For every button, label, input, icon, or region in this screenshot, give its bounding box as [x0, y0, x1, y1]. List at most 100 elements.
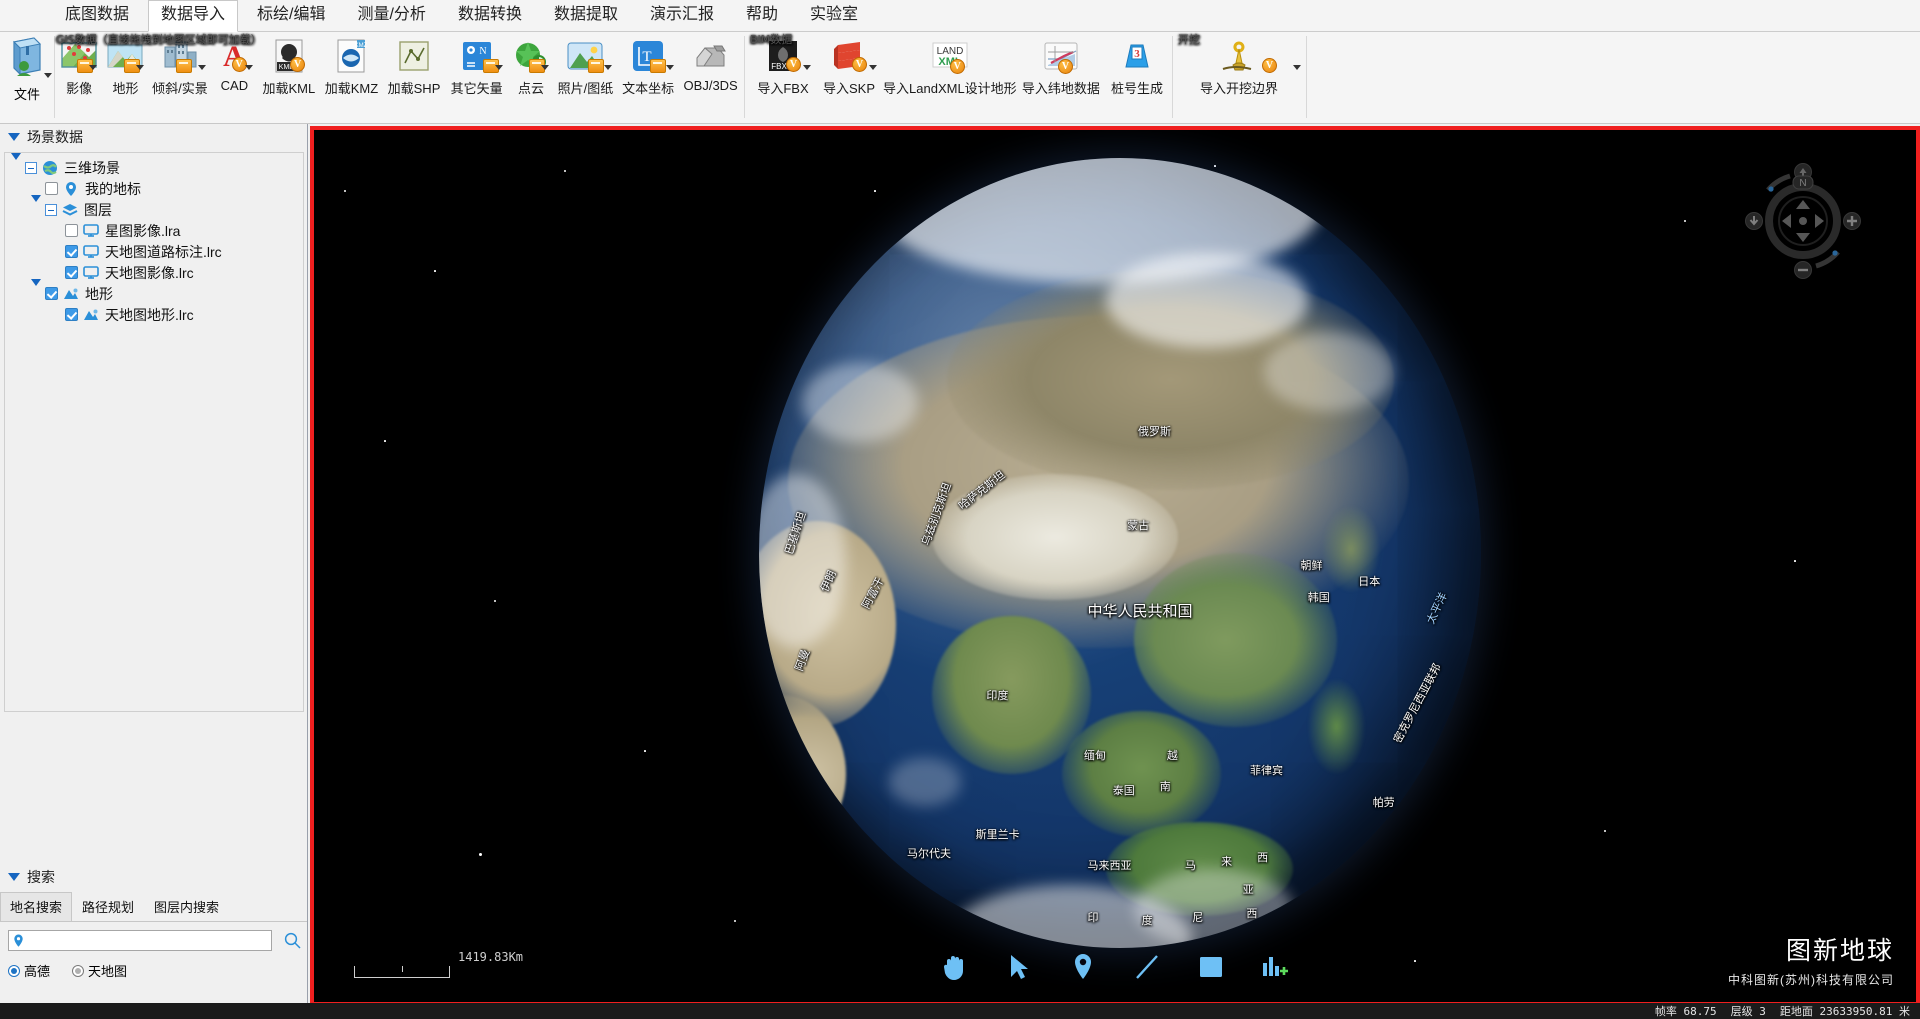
- cloud-band-north: [1106, 253, 1308, 348]
- ribbon-button-stake-number[interactable]: 3 桩号生成: [1104, 36, 1170, 97]
- tab-shuju-daoru[interactable]: 数据导入: [148, 0, 238, 32]
- excavation-dropdown-caret[interactable]: [1293, 65, 1301, 70]
- ribbon-button-text-coord[interactable]: T 文本坐标: [617, 36, 680, 97]
- globe-label-malaysia: 马来西亚: [1088, 857, 1132, 873]
- pointcloud-dropdown-caret[interactable]: [541, 65, 549, 70]
- globe-label-ni: 尼: [1192, 909, 1203, 925]
- tab-bangzhu[interactable]: 帮助: [733, 0, 791, 31]
- oblique-dropdown-caret[interactable]: [198, 65, 206, 70]
- tree-item-tianditu-road-label[interactable]: 天地图道路标注.lrc: [5, 241, 303, 262]
- search-input-row: [0, 922, 307, 955]
- search-input[interactable]: [27, 932, 271, 949]
- checkbox-xingtu-imagery[interactable]: [65, 224, 78, 237]
- tab-ditu-shuju[interactable]: 底图数据: [52, 0, 142, 31]
- excavation-boundary-icon: [1219, 39, 1259, 73]
- tab-celiang-fenxi[interactable]: 测量/分析: [344, 0, 438, 31]
- search-section-header[interactable]: 搜索: [0, 864, 307, 890]
- navigation-compass[interactable]: N: [1744, 162, 1862, 280]
- ribbon-button-import-weidi[interactable]: V 导入纬地数据: [1018, 36, 1104, 97]
- file-dropdown-caret[interactable]: [44, 73, 52, 78]
- tree-item-terrain[interactable]: 地形: [5, 283, 303, 304]
- tree-item-tianditu-imagery[interactable]: 天地图影像.lrc: [5, 262, 303, 283]
- line-tool-button[interactable]: [1132, 952, 1162, 982]
- tab-shuju-tiqu[interactable]: 数据提取: [541, 0, 631, 31]
- tree-item-tianditu-terrain[interactable]: 天地图地形.lrc: [5, 304, 303, 325]
- globe-label-myanmar: 缅甸: [1084, 747, 1106, 763]
- cloud-west: [802, 363, 918, 442]
- tab-shuju-zhuanhuan[interactable]: 数据转换: [445, 0, 535, 31]
- checkbox-tianditu-terrain[interactable]: [65, 308, 78, 321]
- ribbon-button-obj3ds[interactable]: OBJ/3DS: [679, 36, 742, 93]
- scale-bar-text: 1419.83Km: [458, 950, 523, 964]
- expander-minus-icon-layers[interactable]: [45, 204, 57, 216]
- landxml-version-badge: V: [950, 59, 965, 74]
- ribbon-button-other-vector[interactable]: N 其它矢量: [445, 36, 508, 97]
- cloud-ne: [1264, 332, 1394, 411]
- map-viewport[interactable]: 俄罗斯 蒙古 哈萨克斯坦 乌兹别克斯坦 中华人民共和国 朝鲜 韩国 日本 印度 …: [310, 126, 1920, 1006]
- checkbox-terrain[interactable]: [45, 287, 58, 300]
- map-pin-icon: [13, 934, 24, 948]
- ribbon-button-load-kmz[interactable]: KMZ 加载KMZ: [320, 36, 383, 97]
- globe-label-xi: 西: [1257, 849, 1268, 865]
- ribbon-button-import-fbx-label: 导入FBX: [757, 78, 808, 97]
- ribbon-button-photo[interactable]: 照片/图纸: [554, 36, 617, 97]
- expander-minus-icon[interactable]: [25, 162, 37, 174]
- twisty-expanded-icon-layers[interactable]: [31, 202, 45, 218]
- ribbon-button-import-landxml[interactable]: LAND XML V 导入LandXML设计地形: [882, 36, 1018, 97]
- tab-yanshi-huibao[interactable]: 演示汇报: [637, 0, 727, 31]
- globe-3d[interactable]: 俄罗斯 蒙古 哈萨克斯坦 乌兹别克斯坦 中华人民共和国 朝鲜 韩国 日本 印度 …: [759, 158, 1481, 948]
- magnifier-icon[interactable]: [284, 932, 301, 949]
- cad-dropdown-caret[interactable]: [245, 65, 253, 70]
- radio-provider-tianditu[interactable]: [72, 965, 84, 977]
- select-tool-button[interactable]: [1004, 952, 1034, 982]
- pan-tool-button[interactable]: [940, 952, 970, 982]
- globe-label-vietnam-2: 南: [1160, 778, 1171, 794]
- tree-item-xingtu-imagery[interactable]: 星图影像.lra: [5, 220, 303, 241]
- ribbon-body: 文件: [0, 32, 1920, 123]
- fbx-dropdown-caret[interactable]: [803, 65, 811, 70]
- chart-tool-button[interactable]: [1260, 952, 1290, 982]
- skp-dropdown-caret[interactable]: [869, 65, 877, 70]
- search-tab-placename[interactable]: 地名搜索: [0, 892, 72, 921]
- terrain-dropdown-caret[interactable]: [136, 65, 144, 70]
- search-tab-in-layer[interactable]: 图层内搜索: [144, 892, 229, 921]
- terrain-small-icon: [82, 307, 100, 323]
- placemark-tool-button[interactable]: [1068, 952, 1098, 982]
- ribbon-button-pointcloud-label: 点云: [518, 78, 544, 97]
- checkbox-my-placemarks[interactable]: [45, 182, 58, 195]
- oblique-folder-badge: [176, 59, 192, 73]
- search-input-box[interactable]: [8, 930, 272, 951]
- tab-biaohui-bianji[interactable]: 标绘/编辑: [244, 0, 338, 31]
- checkbox-tianditu-road-label[interactable]: [65, 245, 78, 258]
- file-button[interactable]: 文件: [4, 34, 50, 116]
- star: [644, 750, 646, 752]
- brand-company: 中科图新(苏州)科技有限公司: [1728, 971, 1894, 988]
- imagery-dropdown-caret[interactable]: [89, 65, 97, 70]
- pan-pad-icon: [1782, 200, 1824, 242]
- ribbon-button-import-skp[interactable]: V 导入SKP: [816, 36, 882, 97]
- scene-tree[interactable]: 三维场景 我的地标 图层: [4, 152, 304, 712]
- globe-label-philippines: 菲律宾: [1250, 762, 1283, 778]
- textcoord-dropdown-caret[interactable]: [666, 65, 674, 70]
- ribbon-button-import-weidi-label: 导入纬地数据: [1022, 78, 1100, 97]
- scene-data-section-header[interactable]: 场景数据: [0, 124, 307, 150]
- radio-provider-gaode[interactable]: [8, 965, 20, 977]
- land-china-green: [1134, 553, 1336, 727]
- tree-item-my-placemarks[interactable]: 我的地标: [5, 178, 303, 199]
- checkbox-tianditu-imagery[interactable]: [65, 266, 78, 279]
- ribbon-button-import-skp-label: 导入SKP: [823, 78, 875, 97]
- vector-dropdown-caret[interactable]: [495, 65, 503, 70]
- ribbon-button-load-shp[interactable]: 加载SHP: [383, 36, 446, 97]
- twisty-expanded-icon[interactable]: [11, 160, 25, 176]
- tree-item-tianditu-terrain-label: 天地图地形.lrc: [105, 305, 194, 325]
- tab-shiyanshi[interactable]: 实验室: [797, 0, 871, 31]
- map-canvas[interactable]: 俄罗斯 蒙古 哈萨克斯坦 乌兹别克斯坦 中华人民共和国 朝鲜 韩国 日本 印度 …: [314, 130, 1916, 1002]
- ribbon-button-pointcloud[interactable]: 点云: [508, 36, 554, 97]
- tree-item-layers[interactable]: 图层: [5, 199, 303, 220]
- photo-dropdown-caret[interactable]: [604, 65, 612, 70]
- twisty-expanded-icon-terrain[interactable]: [31, 286, 45, 302]
- search-tab-route[interactable]: 路径规划: [72, 892, 144, 921]
- polygon-tool-button[interactable]: [1196, 952, 1226, 982]
- tree-item-3d-scene[interactable]: 三维场景: [5, 157, 303, 178]
- ribbon-button-load-kml[interactable]: KML V 加载KML: [258, 36, 321, 97]
